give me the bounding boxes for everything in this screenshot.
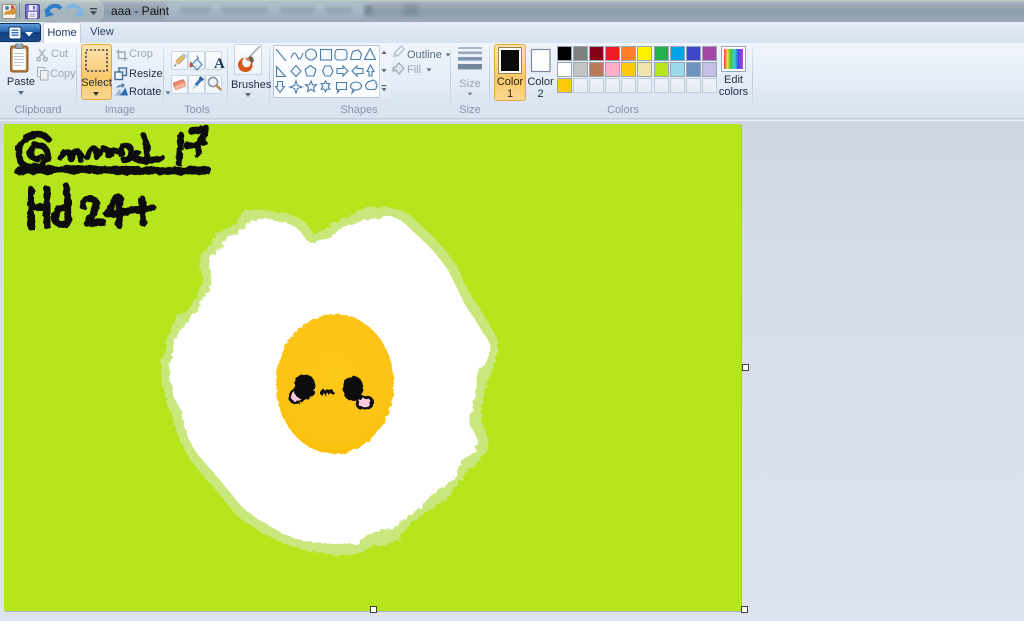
- svg-text:A: A: [214, 56, 225, 72]
